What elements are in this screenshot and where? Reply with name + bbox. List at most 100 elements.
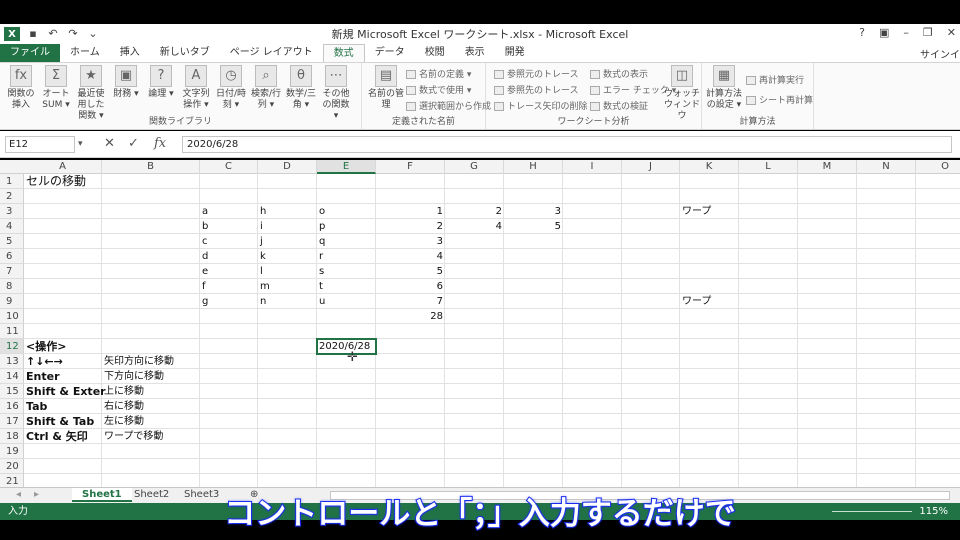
cell-E8[interactable]: t: [317, 279, 376, 294]
signin-link[interactable]: サインイ: [920, 46, 960, 61]
tab-1[interactable]: ホーム: [60, 44, 110, 62]
cell-A17[interactable]: Shift & Tab: [24, 414, 102, 429]
row-header-15[interactable]: 15: [0, 384, 24, 399]
use-in-formula-button[interactable]: 数式で使用 ▾: [406, 83, 471, 96]
formula-input[interactable]: 2020/6/28: [182, 136, 952, 153]
cell-B13[interactable]: 矢印方向に移動: [102, 354, 200, 369]
row-header-4[interactable]: 4: [0, 219, 24, 234]
ribbon-display-icon[interactable]: ▣: [879, 26, 889, 39]
column-header-L[interactable]: L: [739, 160, 798, 174]
row-header-18[interactable]: 18: [0, 429, 24, 444]
column-header-C[interactable]: C: [200, 160, 258, 174]
enter-icon[interactable]: ✓: [128, 136, 139, 151]
cancel-icon[interactable]: ✕: [104, 136, 115, 151]
name-manager-button[interactable]: ▤ 名前の管理: [368, 65, 404, 111]
tab-5[interactable]: 数式: [322, 44, 365, 62]
column-header-A[interactable]: A: [24, 160, 102, 174]
cell-K9[interactable]: ワープ: [680, 294, 739, 309]
calculation-options-button[interactable]: ▦ 計算方法の設定 ▾: [706, 65, 742, 111]
cell-G4[interactable]: 4: [445, 219, 504, 234]
customize-chevron-icon[interactable]: ⌄: [86, 27, 100, 41]
namebox-dropdown-icon[interactable]: ▾: [78, 139, 83, 149]
cell-E7[interactable]: s: [317, 264, 376, 279]
column-header-E[interactable]: E: [317, 160, 376, 174]
cell-F7[interactable]: 5: [376, 264, 445, 279]
row-header-3[interactable]: 3: [0, 204, 24, 219]
row-header-7[interactable]: 7: [0, 264, 24, 279]
cell-H4[interactable]: 5: [504, 219, 563, 234]
library-button-7[interactable]: ⌕ 検索/行列 ▾: [249, 65, 283, 111]
redo-icon[interactable]: ↷: [66, 27, 80, 41]
cell-F3[interactable]: 1: [376, 204, 445, 219]
cell-A16[interactable]: Tab: [24, 399, 102, 414]
cell-F4[interactable]: 2: [376, 219, 445, 234]
tab-2[interactable]: 挿入: [110, 44, 150, 62]
row-header-5[interactable]: 5: [0, 234, 24, 249]
cell-D8[interactable]: m: [258, 279, 317, 294]
column-header-G[interactable]: G: [445, 160, 504, 174]
cell-B14[interactable]: 下方向に移動: [102, 369, 200, 384]
calculate-sheet-button[interactable]: シート再計算: [746, 93, 813, 106]
library-button-5[interactable]: A 文字列操作 ▾: [179, 65, 213, 111]
cell-C4[interactable]: b: [200, 219, 258, 234]
row-header-19[interactable]: 19: [0, 444, 24, 459]
library-button-0[interactable]: fx 関数の挿入: [4, 65, 38, 111]
cell-D5[interactable]: j: [258, 234, 317, 249]
cell-C8[interactable]: f: [200, 279, 258, 294]
cell-A14[interactable]: Enter: [24, 369, 102, 384]
row-header-16[interactable]: 16: [0, 399, 24, 414]
cell-E6[interactable]: r: [317, 249, 376, 264]
cell-E3[interactable]: o: [317, 204, 376, 219]
save-icon[interactable]: ▪: [26, 27, 40, 41]
row-header-17[interactable]: 17: [0, 414, 24, 429]
cell-C7[interactable]: e: [200, 264, 258, 279]
trace-dependents-button[interactable]: 参照先のトレース: [494, 83, 579, 96]
tab-0[interactable]: ファイル: [0, 44, 60, 62]
tab-3[interactable]: 新しいタブ: [150, 44, 220, 62]
close-icon[interactable]: ✕: [947, 26, 956, 39]
cell-F5[interactable]: 3: [376, 234, 445, 249]
cell-F6[interactable]: 4: [376, 249, 445, 264]
row-header-12[interactable]: 12: [0, 339, 24, 354]
cell-B18[interactable]: ワープで移動: [102, 429, 200, 444]
remove-arrows-button[interactable]: トレース矢印の削除 ▾: [494, 99, 595, 112]
column-header-D[interactable]: D: [258, 160, 317, 174]
cell-D3[interactable]: h: [258, 204, 317, 219]
cell-G3[interactable]: 2: [445, 204, 504, 219]
column-header-I[interactable]: I: [563, 160, 622, 174]
evaluate-formula-button[interactable]: 数式の検証: [590, 99, 648, 112]
cell-F10[interactable]: 28: [376, 309, 445, 324]
tab-6[interactable]: データ: [365, 44, 415, 62]
create-from-selection-button[interactable]: 選択範囲から作成: [406, 99, 491, 112]
row-header-10[interactable]: 10: [0, 309, 24, 324]
restore-icon[interactable]: ❐: [923, 26, 933, 39]
row-header-6[interactable]: 6: [0, 249, 24, 264]
row-header-8[interactable]: 8: [0, 279, 24, 294]
cell-A15[interactable]: Shift & Exter: [24, 384, 106, 399]
minimize-icon[interactable]: –: [903, 26, 909, 39]
column-header-N[interactable]: N: [857, 160, 916, 174]
cell-B15[interactable]: 上に移動: [102, 384, 200, 399]
cell-C6[interactable]: d: [200, 249, 258, 264]
row-header-9[interactable]: 9: [0, 294, 24, 309]
cell-C9[interactable]: g: [200, 294, 258, 309]
cell-D4[interactable]: i: [258, 219, 317, 234]
column-header-O[interactable]: O: [916, 160, 960, 174]
library-button-3[interactable]: ▣ 財務 ▾: [109, 65, 143, 100]
cell-C3[interactable]: a: [200, 204, 258, 219]
column-header-F[interactable]: F: [376, 160, 445, 174]
column-header-H[interactable]: H: [504, 160, 563, 174]
show-formulas-button[interactable]: 数式の表示: [590, 67, 648, 80]
help-button[interactable]: ?: [859, 26, 865, 39]
calculate-now-button[interactable]: 再計算実行: [746, 73, 804, 86]
tab-7[interactable]: 校閲: [415, 44, 455, 62]
library-button-6[interactable]: ◷ 日付/時刻 ▾: [214, 65, 248, 111]
trace-precedents-button[interactable]: 参照元のトレース: [494, 67, 579, 80]
cell-B16[interactable]: 右に移動: [102, 399, 200, 414]
undo-icon[interactable]: ↶: [46, 27, 60, 41]
cell-E9[interactable]: u: [317, 294, 376, 309]
cell-F9[interactable]: 7: [376, 294, 445, 309]
library-button-1[interactable]: Σ オート SUM ▾: [39, 65, 73, 111]
tab-8[interactable]: 表示: [455, 44, 495, 62]
cell-E5[interactable]: q: [317, 234, 376, 249]
